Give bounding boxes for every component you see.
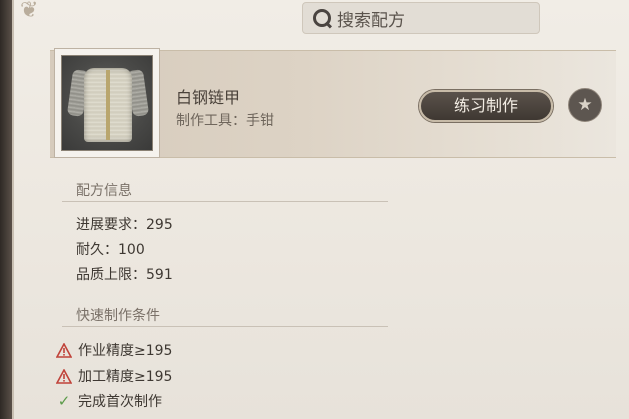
condition-text: 作业精度≥195: [78, 343, 173, 359]
condition-row: ✓ 完成首次制作: [56, 391, 162, 411]
condition-text: 完成首次制作: [78, 394, 162, 410]
info-quality-cap: 品质上限：591: [76, 267, 173, 283]
search-placeholder: 搜索配方: [337, 10, 405, 31]
section-title-recipe-info: 配方信息: [76, 183, 132, 199]
practice-craft-button[interactable]: 练习制作: [419, 90, 553, 122]
divider: [62, 326, 388, 327]
condition-row: 加工精度≥195: [56, 366, 172, 386]
info-durability: 耐久：100: [76, 242, 145, 258]
item-icon-frame[interactable]: [54, 48, 160, 158]
item-name: 白钢链甲: [176, 88, 241, 107]
section-title-quick-craft: 快速制作条件: [76, 308, 160, 324]
search-input[interactable]: 搜索配方: [302, 2, 540, 34]
window-edge: [0, 0, 12, 419]
corner-ornament-icon: ❦: [20, 0, 39, 23]
chainmail-armor-icon: [61, 55, 153, 151]
divider: [62, 201, 388, 202]
item-tool: 制作工具：手钳: [176, 113, 274, 129]
star-icon[interactable]: ★: [568, 88, 602, 122]
condition-row: 作业精度≥195: [56, 340, 172, 360]
warning-triangle-icon: [56, 368, 72, 384]
info-progress-requirement: 进展要求：295: [76, 217, 173, 233]
warning-triangle-icon: [56, 342, 72, 358]
check-icon: ✓: [57, 391, 71, 410]
condition-text: 加工精度≥195: [78, 369, 173, 385]
search-icon: [311, 7, 333, 29]
